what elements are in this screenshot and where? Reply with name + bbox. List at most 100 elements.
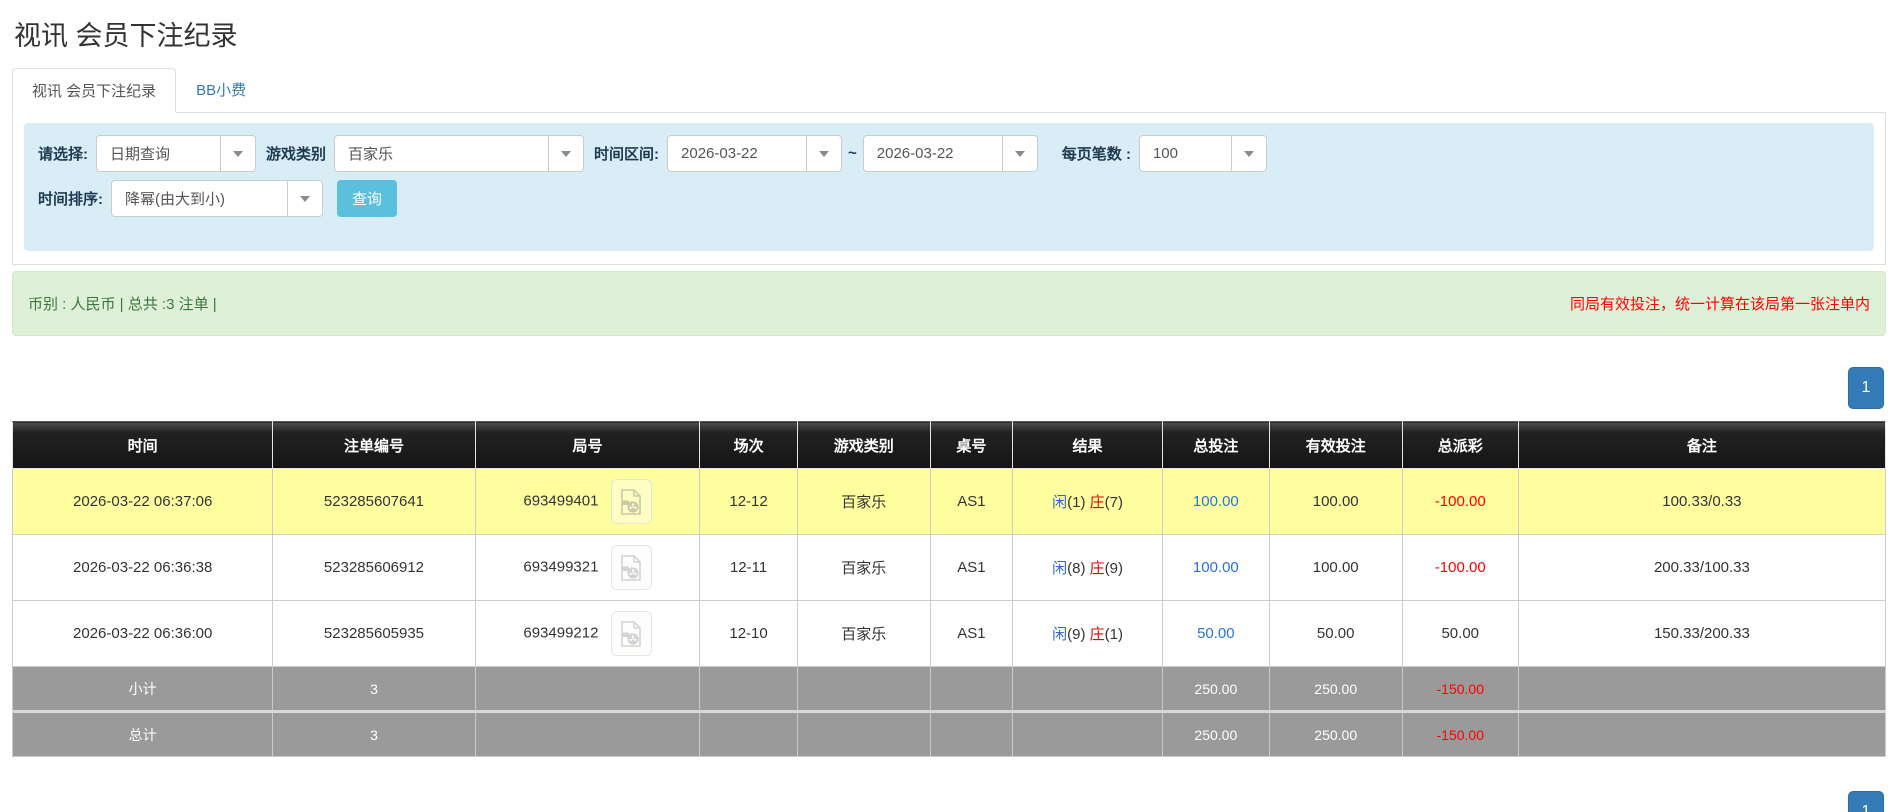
cell-result: 闲(9) 庄(1) <box>1012 600 1163 667</box>
cell-time: 2026-03-22 06:37:06 <box>11 468 274 535</box>
cell-payout: 50.00 <box>1401 600 1519 667</box>
empty-cell <box>474 666 701 712</box>
page-size-value: 100 <box>1152 145 1178 162</box>
tab-video-betting-records[interactable]: 视讯 会员下注纪录 <box>12 68 177 113</box>
table-row: 2026-03-22 06:36:00 523285605935 6934992… <box>11 600 1887 667</box>
header-session: 场次 <box>699 421 798 469</box>
cell-time: 2026-03-22 06:36:38 <box>11 534 274 601</box>
cell-valid-bet: 50.00 <box>1268 600 1403 667</box>
subtotal-count: 3 <box>272 666 476 712</box>
tab-panel: 请选择: 日期查询 游戏类别 百家乐 时间区间: 2026-03-22 ~ 20 <box>12 113 1886 265</box>
caret-down-icon[interactable] <box>1001 136 1037 171</box>
game-type-select[interactable]: 百家乐 <box>334 135 585 172</box>
cell-round-id: 693499401 <box>474 468 701 535</box>
caret-down-icon[interactable] <box>220 136 255 171</box>
date-range-tilde: ~ <box>848 145 857 162</box>
total-total-bet: 250.00 <box>1161 710 1270 757</box>
header-time: 时间 <box>11 421 274 469</box>
cell-valid-bet: 100.00 <box>1268 534 1403 601</box>
caret-down-icon[interactable] <box>548 136 583 171</box>
player-result-value: (9) <box>1067 626 1086 643</box>
total-bet-link[interactable]: 100.00 <box>1193 493 1239 510</box>
cell-game-type: 百家乐 <box>796 468 931 535</box>
query-type-value: 日期查询 <box>110 146 171 163</box>
total-label: 总计 <box>11 710 274 757</box>
query-type-select[interactable]: 日期查询 <box>96 135 256 172</box>
page-1-button[interactable]: 1 <box>1848 791 1884 812</box>
total-valid-bet: 250.00 <box>1268 710 1403 757</box>
empty-cell <box>699 710 798 757</box>
round-id-text: 693499212 <box>523 624 599 642</box>
search-button[interactable]: 查询 <box>337 180 398 217</box>
caret-down-icon[interactable] <box>287 181 322 216</box>
date-from-select[interactable]: 2026-03-22 <box>667 135 843 172</box>
pagination-bottom: 1 <box>12 791 1886 812</box>
player-result-label: 闲 <box>1052 560 1068 577</box>
tab-bb-tips[interactable]: BB小费 <box>176 67 266 112</box>
empty-cell <box>796 666 931 712</box>
filter-row-1: 请选择: 日期查询 游戏类别 百家乐 时间区间: 2026-03-22 ~ 20 <box>38 135 1860 172</box>
banker-result-value: (7) <box>1104 494 1123 511</box>
header-result: 结果 <box>1012 421 1163 469</box>
total-bet-link[interactable]: 50.00 <box>1197 625 1235 642</box>
cell-result: 闲(8) 庄(9) <box>1012 534 1163 601</box>
header-total-bet: 总投注 <box>1161 421 1270 469</box>
empty-cell <box>1012 710 1163 757</box>
cell-bet-id: 523285605935 <box>272 600 476 667</box>
tab-bar: 视讯 会员下注纪录 BB小费 <box>12 67 1886 113</box>
header-game-type: 游戏类别 <box>796 421 931 469</box>
cell-payout: -100.00 <box>1401 534 1519 601</box>
time-range-label: 时间区间: <box>594 146 660 163</box>
date-to-select[interactable]: 2026-03-22 <box>862 135 1038 172</box>
header-payout: 总派彩 <box>1401 421 1519 469</box>
header-valid-bet: 有效投注 <box>1268 421 1403 469</box>
game-type-label: 游戏类别 <box>266 146 327 163</box>
page-1-button[interactable]: 1 <box>1848 367 1884 409</box>
player-result-value: (1) <box>1067 494 1086 511</box>
player-result-label: 闲 <box>1052 626 1068 643</box>
cell-total-bet: 100.00 <box>1161 534 1270 601</box>
empty-cell <box>796 710 931 757</box>
video-replay-icon[interactable] <box>610 479 652 524</box>
summary-bar: 币别 : 人民币 | 总共 :3 注单 | 同局有效投注，统一计算在该局第一张注… <box>12 271 1886 336</box>
subtotal-valid-bet: 250.00 <box>1268 666 1403 712</box>
cell-table-no: AS1 <box>929 600 1014 667</box>
cell-session: 12-12 <box>699 468 798 535</box>
cell-remark: 200.33/100.33 <box>1517 534 1887 601</box>
header-round-id: 局号 <box>474 421 701 469</box>
betting-records-page: 视讯 会员下注纪录 视讯 会员下注纪录 BB小费 请选择: 日期查询 游戏类别 … <box>0 0 1898 812</box>
empty-cell <box>929 710 1014 757</box>
banker-result-value: (9) <box>1104 560 1123 577</box>
caret-down-icon[interactable] <box>1230 136 1266 171</box>
total-count: 3 <box>272 710 476 757</box>
empty-cell <box>1517 710 1887 757</box>
grand-total-row: 总计 3 250.00 250.00 -150.00 <box>11 710 1887 757</box>
video-replay-icon[interactable] <box>610 611 652 656</box>
cell-valid-bet: 100.00 <box>1268 468 1403 535</box>
same-round-notice-text: 同局有效投注，统一计算在该局第一张注单内 <box>1569 296 1870 313</box>
sort-order-select[interactable]: 降幂(由大到小) <box>111 180 323 217</box>
page-size-label: 每页笔数 : <box>1061 146 1131 163</box>
caret-down-icon[interactable] <box>806 136 841 171</box>
cell-remark: 100.33/0.33 <box>1517 468 1887 535</box>
pagination-top: 1 <box>12 367 1886 409</box>
filter-panel: 请选择: 日期查询 游戏类别 百家乐 时间区间: 2026-03-22 ~ 20 <box>24 123 1874 251</box>
table-row: 2026-03-22 06:37:06 523285607641 6934994… <box>11 468 1887 535</box>
total-bet-link[interactable]: 100.00 <box>1193 559 1239 576</box>
page-size-select[interactable]: 100 <box>1138 135 1267 172</box>
empty-cell <box>699 666 798 712</box>
betting-records-table: 时间 注单编号 局号 场次 游戏类别 桌号 结果 总投注 有效投注 总派彩 备注… <box>11 421 1887 757</box>
cell-result: 闲(1) 庄(7) <box>1012 468 1163 535</box>
cell-round-id: 693499321 <box>474 534 701 601</box>
video-replay-icon[interactable] <box>610 545 652 590</box>
subtotal-row: 小计 3 250.00 250.00 -150.00 <box>11 666 1887 712</box>
header-table-no: 桌号 <box>929 421 1014 469</box>
query-type-label: 请选择: <box>38 146 88 163</box>
empty-cell <box>1517 666 1887 712</box>
table-header-row: 时间 注单编号 局号 场次 游戏类别 桌号 结果 总投注 有效投注 总派彩 备注 <box>11 421 1887 469</box>
empty-cell <box>929 666 1014 712</box>
cell-game-type: 百家乐 <box>796 534 931 601</box>
empty-cell <box>474 710 701 757</box>
cell-session: 12-11 <box>699 534 798 601</box>
page-title: 视讯 会员下注纪录 <box>14 21 238 51</box>
